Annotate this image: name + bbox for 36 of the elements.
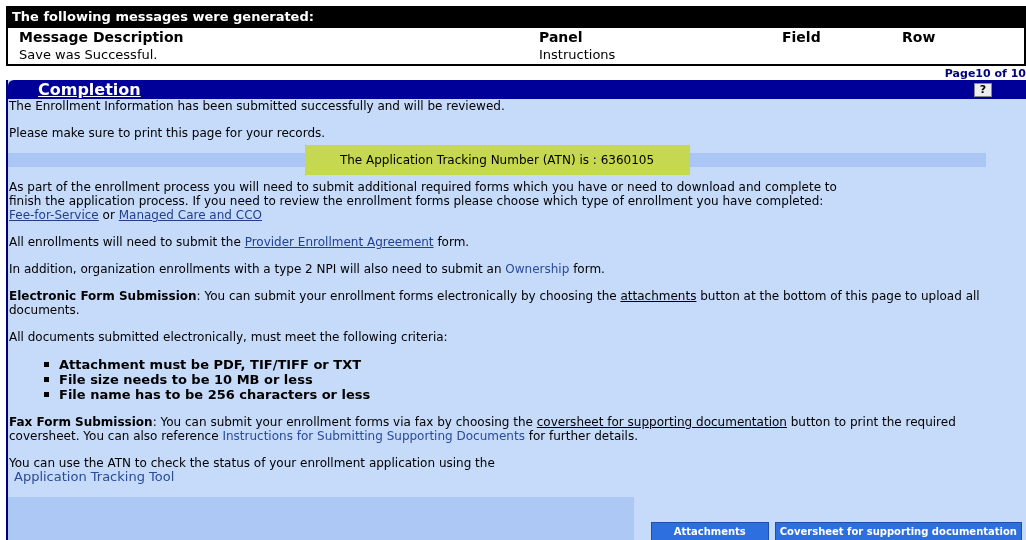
column-header: Row — [902, 29, 936, 45]
list-item: Attachment must be PDF, TIF/TIFF or TXT — [59, 357, 362, 372]
paragraph: All documents submitted electronically, must meet the following criteria: — [8, 330, 449, 344]
paragraph: All enrollments will need to submit the Provider Enrollment Agreement form. — [8, 235, 471, 249]
coversheet-button[interactable]: Coversheet for supporting documentation — [774, 522, 1022, 540]
column-header: Message Description — [19, 29, 184, 45]
list-item: File size needs to be 10 MB or less — [59, 372, 313, 387]
link[interactable]: attachments — [620, 289, 697, 303]
link[interactable]: coversheet for supporting documentation — [536, 415, 787, 429]
link[interactable]: Application Tracking Tool — [14, 469, 175, 484]
table-cell: Instructions — [539, 47, 616, 62]
messages-title: The following messages were generated: — [8, 8, 1024, 28]
column-header: Field — [782, 29, 821, 45]
paragraph: The Enrollment Information has been submitted successfully and will be reviewed. — [8, 99, 506, 113]
bullet-icon — [44, 362, 49, 367]
help-button[interactable]: ? — [974, 82, 992, 97]
paragraph: You can use the ATN to check the status of your enrollment application using the Application Tracking Tool — [8, 456, 496, 484]
link[interactable]: Provider Enrollment Agreement — [244, 235, 434, 249]
page-indicator: Page10 of 10 — [944, 67, 1026, 80]
section-title: Completion — [38, 80, 141, 99]
link[interactable]: Ownership — [505, 262, 570, 276]
link[interactable]: Managed Care and CCO — [118, 208, 262, 222]
attachments-button[interactable]: Attachments — [650, 522, 769, 540]
paragraph: Please make sure to print this page for your records. — [8, 126, 327, 140]
bullet-icon — [44, 377, 49, 382]
paragraph: As part of the enrollment process you will need to submit additional required forms which you have or need to download and complete to finish the application process. If you need to review the enrollment forms please choose which type of enrollment you have completed: Fee-for-Service or Managed Care and CCO — [8, 180, 838, 222]
link[interactable]: Instructions for Submitting Supporting Documents — [222, 429, 525, 443]
column-header: Panel — [539, 29, 583, 45]
paragraph: Electronic Form Submission: You can submit your enrollment forms electronically by choosing the attachments button at the bottom of this page to upload all documents. — [8, 289, 981, 317]
paragraph: Fax Form Submission: You can submit your enrollment forms via fax by choosing the coversheet for supporting documentation button to print the required coversheet. You can also reference Instructions for Submitting Supporting Documents for further details. — [8, 415, 957, 443]
list-item: File name has to be 256 characters or less — [59, 387, 371, 402]
bullet-icon — [44, 392, 49, 397]
table-cell: Save was Successful. — [19, 47, 158, 62]
link[interactable]: Fee-for-Service — [9, 208, 99, 222]
tracking-number: The Application Tracking Number (ATN) is : 6360105 — [304, 145, 690, 175]
paragraph: In addition, organization enrollments with a type 2 NPI will also need to submit an Ownership form. — [8, 262, 606, 276]
